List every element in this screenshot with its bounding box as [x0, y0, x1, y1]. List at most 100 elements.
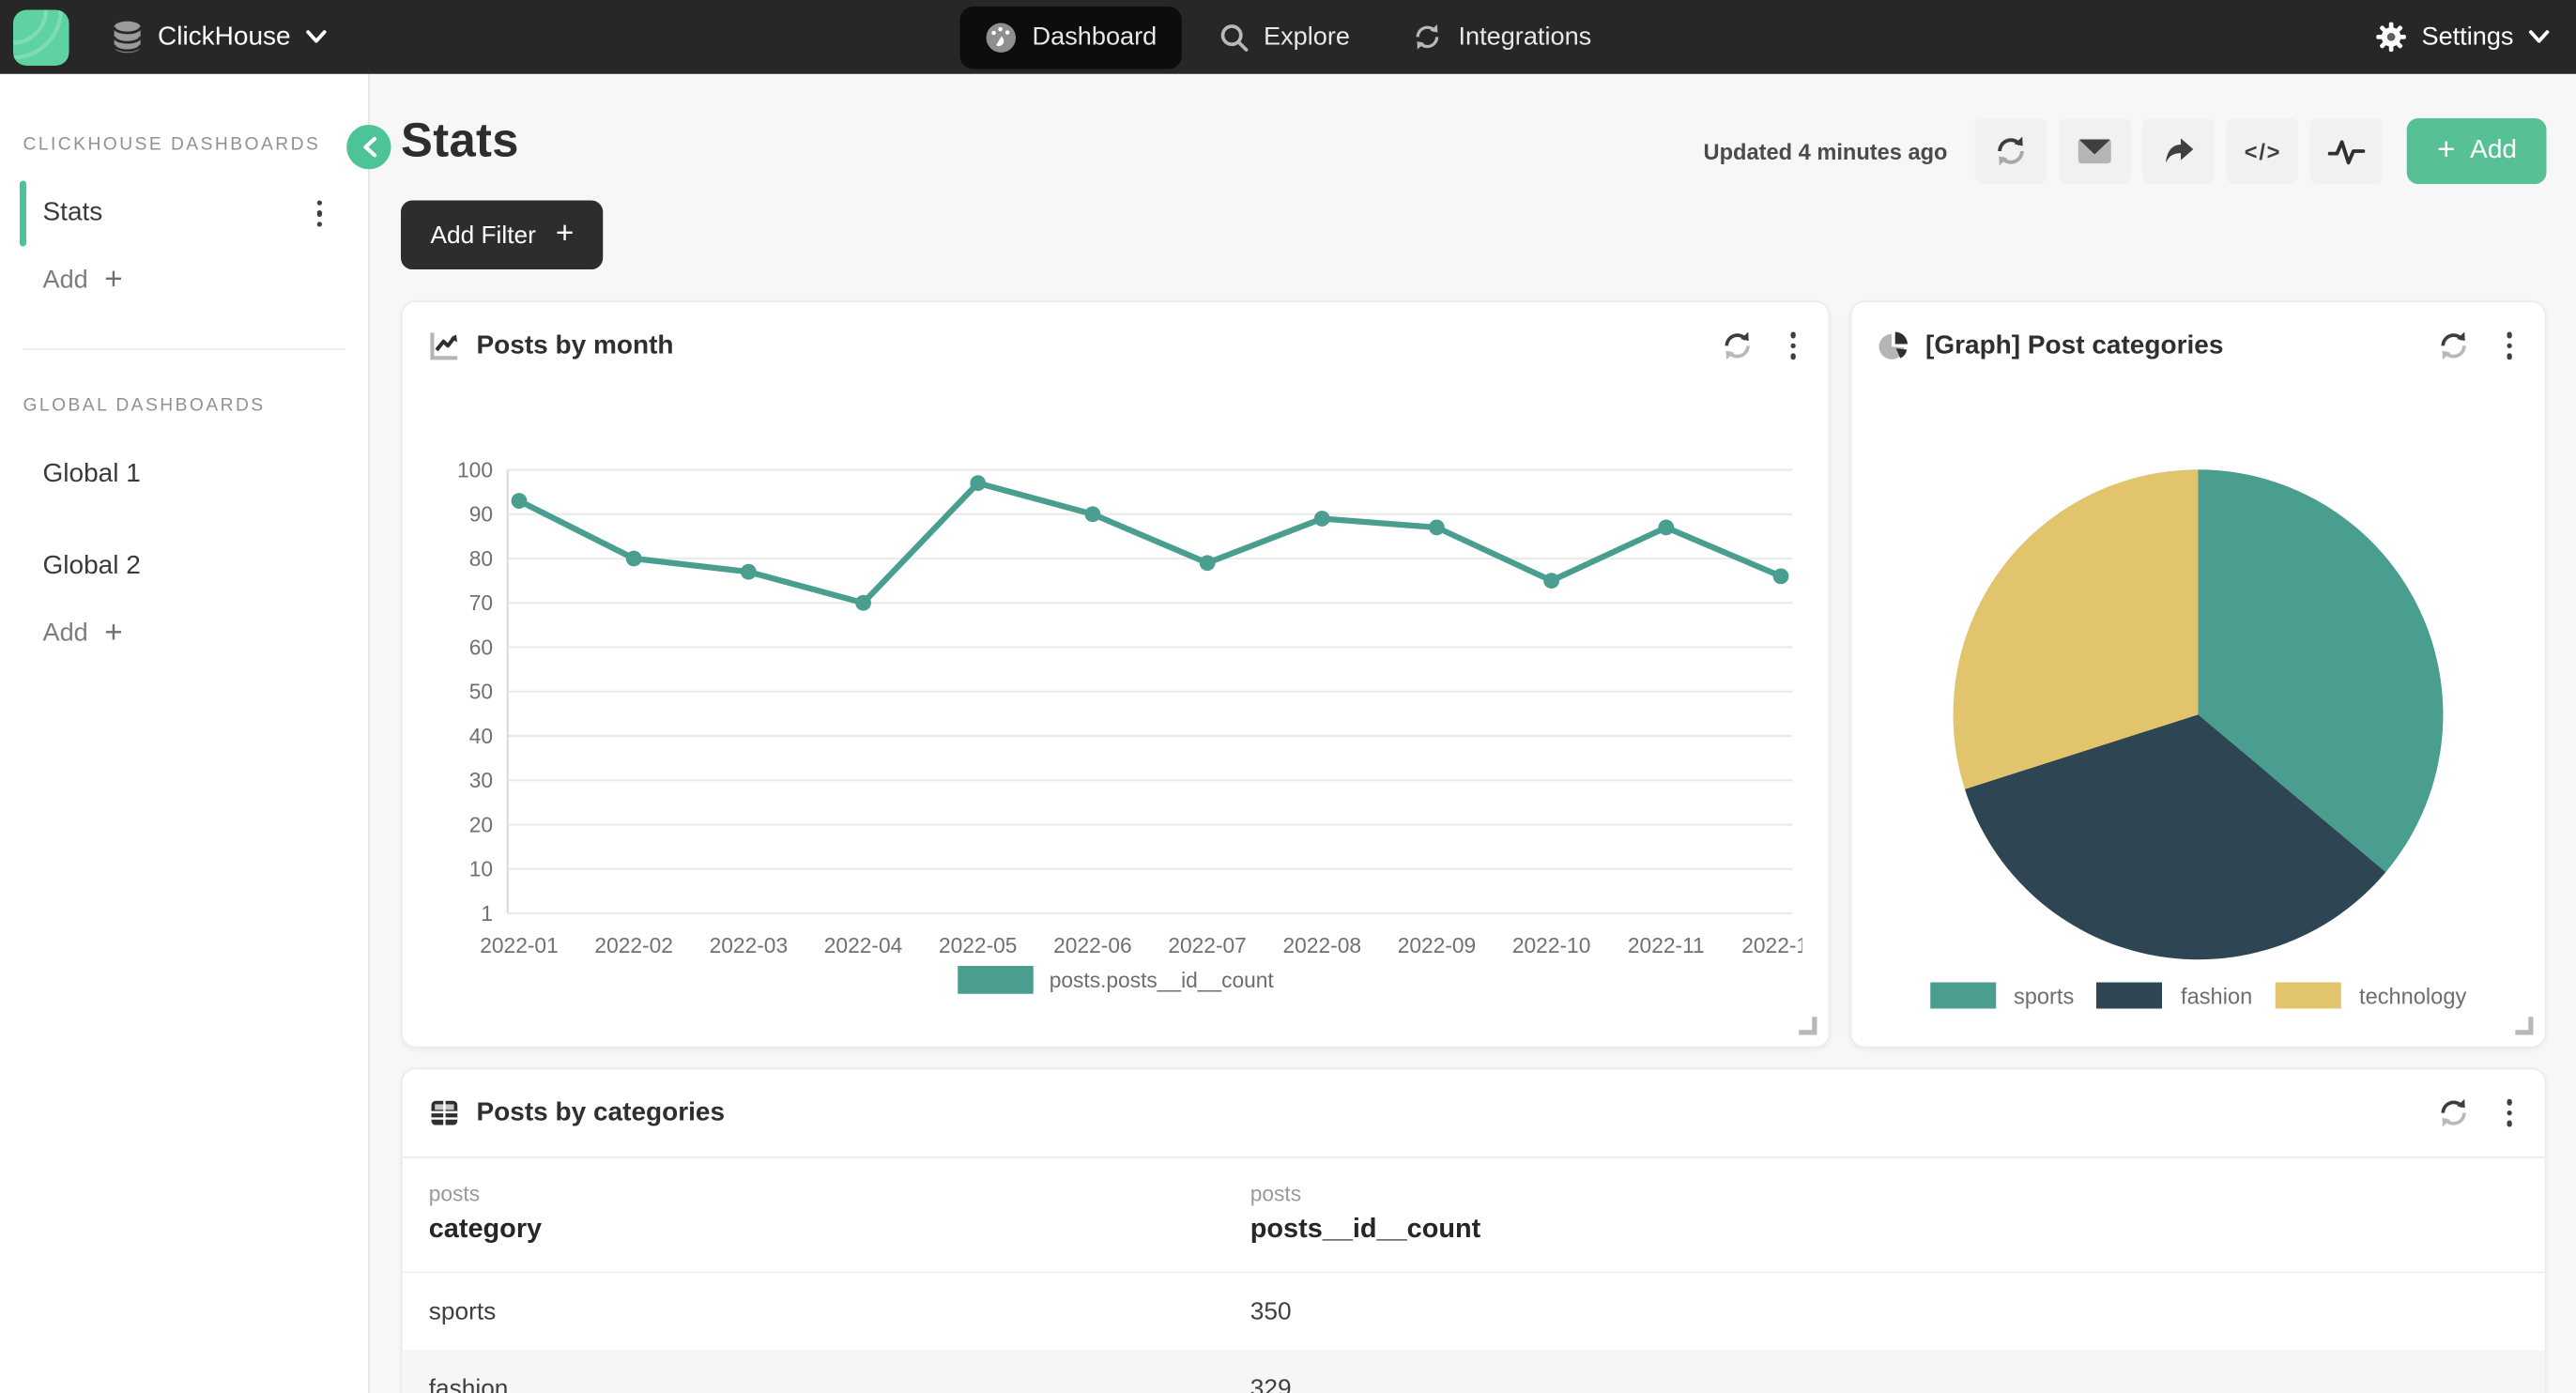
card-refresh-button[interactable] [2432, 1093, 2474, 1134]
add-tile-button[interactable]: + Add [2407, 118, 2546, 184]
sidebar-item-stats[interactable]: Stats [0, 181, 368, 247]
sidebar-section-global: GLOBAL DASHBOARDS [0, 396, 368, 416]
header-tools: Updated 4 minutes ago [1704, 118, 2547, 184]
tab-dashboard-label: Dashboard [1033, 23, 1158, 53]
sidebar-collapse-button[interactable] [346, 125, 391, 169]
add-filter-label: Add Filter [431, 221, 536, 249]
legend-swatch [1930, 983, 1996, 1009]
sidebar-item-global-1[interactable]: Global 1 [0, 442, 368, 508]
add-label: Add [43, 620, 88, 650]
column-header[interactable]: category [429, 1214, 1250, 1245]
table-body: sports350fashion329 [403, 1273, 2545, 1393]
column-header[interactable]: posts__id__count [1250, 1214, 2519, 1245]
refresh-button[interactable] [1975, 118, 2047, 184]
sidebar-item-global-2[interactable]: Global 2 [0, 534, 368, 600]
card-resize-handle[interactable] [1799, 1017, 1817, 1034]
plus-icon: + [104, 616, 122, 652]
sidebar-section-clickhouse: CLICKHOUSE DASHBOARDS [0, 135, 368, 155]
refresh-icon [1993, 133, 2030, 170]
tab-integrations[interactable]: Integrations [1388, 7, 1616, 68]
svg-text:2022-07: 2022-07 [1168, 933, 1247, 957]
table-cell: fashion [429, 1375, 1250, 1393]
add-filter-button[interactable]: Add Filter + [401, 201, 604, 270]
plus-icon: + [104, 263, 122, 299]
sidebar-item-label: Stats [0, 199, 102, 229]
add-label: Add [43, 267, 88, 297]
svg-text:2022-02: 2022-02 [594, 933, 672, 957]
table-row: fashion329 [403, 1351, 2545, 1393]
card-title: Posts by month [477, 331, 674, 361]
share-arrow-icon [2164, 136, 2195, 166]
chevron-left-icon [360, 136, 377, 158]
kebab-menu-icon[interactable] [310, 193, 329, 234]
chevron-down-icon [305, 30, 327, 45]
code-icon: </> [2245, 139, 2281, 163]
tab-explore-label: Explore [1264, 23, 1350, 53]
main-content: Stats Updated 4 minutes ago [370, 74, 2576, 1393]
envelope-icon [2078, 136, 2114, 166]
settings-menu[interactable]: Settings [2375, 0, 2550, 74]
email-button[interactable] [2059, 118, 2131, 184]
add-button-label: Add [2470, 136, 2517, 166]
database-selector[interactable]: ClickHouse [112, 20, 327, 54]
tab-dashboard[interactable]: Dashboard [960, 6, 1182, 69]
card-refresh-button[interactable] [2432, 326, 2474, 367]
updated-timestamp: Updated 4 minutes ago [1704, 139, 1948, 163]
card-title: Posts by categories [477, 1098, 726, 1128]
plus-icon: + [2437, 133, 2455, 170]
svg-text:20: 20 [469, 812, 493, 836]
legend-swatch [958, 966, 1034, 994]
pie-chart-icon [1878, 330, 1909, 361]
embed-code-button[interactable]: </> [2227, 118, 2299, 184]
app-logo-icon[interactable] [13, 9, 69, 66]
page-title: Stats [401, 115, 519, 170]
legend-label: sports [2014, 983, 2074, 1007]
nav-tabs: Dashboard Explore Integrations [960, 0, 1617, 74]
table-column-headers: posts category posts posts__id__count [403, 1158, 2545, 1274]
gauge-icon [985, 21, 1018, 54]
activity-button[interactable] [2310, 118, 2383, 184]
card-title: [Graph] Post categories [1925, 331, 2223, 361]
database-icon [112, 20, 143, 54]
line-chart-legend: posts.posts__id__count [403, 966, 1829, 994]
legend-label: fashion [2181, 983, 2252, 1007]
legend-swatch [2276, 983, 2341, 1009]
plus-icon: + [556, 217, 574, 253]
svg-text:40: 40 [469, 724, 493, 748]
pie-chart-legend: sports fashion technology [1851, 983, 2545, 1009]
sidebar-item-label: Global 1 [0, 460, 141, 490]
card-kebab-menu[interactable] [2500, 326, 2519, 366]
legend-swatch [2097, 983, 2163, 1009]
card-posts-by-month: Posts by month 1009080706050403020101202… [401, 300, 1831, 1048]
refresh-icon [2435, 1095, 2470, 1130]
svg-text:2022-05: 2022-05 [939, 933, 1017, 957]
card-refresh-button[interactable] [1716, 326, 1757, 367]
svg-text:90: 90 [469, 502, 493, 527]
svg-text:2022-09: 2022-09 [1398, 933, 1477, 957]
pie-chart-svg [1945, 467, 2451, 963]
svg-text:1: 1 [481, 901, 493, 926]
card-kebab-menu[interactable] [2500, 1093, 2519, 1133]
table-cell: 329 [1250, 1375, 2519, 1393]
svg-text:2022-10: 2022-10 [1512, 933, 1591, 957]
card-kebab-menu[interactable] [1784, 326, 1802, 366]
sidebar-item-label: Global 2 [0, 552, 141, 582]
svg-text:2022-01: 2022-01 [480, 933, 559, 957]
table-cell: 350 [1250, 1298, 2519, 1326]
search-icon [1219, 23, 1250, 53]
legend-label: posts.posts__id__count [1050, 968, 1274, 992]
line-chart-svg: 10090807060504030201012022-012022-022022… [425, 453, 1802, 966]
svg-text:70: 70 [469, 590, 493, 615]
pulse-icon [2328, 137, 2366, 165]
card-resize-handle[interactable] [2515, 1017, 2533, 1034]
svg-text:10: 10 [469, 857, 493, 881]
tab-explore[interactable]: Explore [1194, 8, 1374, 67]
refresh-icon [1719, 329, 1754, 363]
add-dashboard-link[interactable]: Add + [0, 263, 368, 299]
top-nav: ClickHouse Dashboard Expl [0, 0, 2576, 74]
column-group-label: posts [1250, 1181, 2519, 1205]
card-posts-by-categories: Posts by categories posts [401, 1068, 2547, 1393]
share-button[interactable] [2143, 118, 2216, 184]
add-global-dashboard-link[interactable]: Add + [0, 616, 368, 652]
svg-text:2022-06: 2022-06 [1053, 933, 1132, 957]
